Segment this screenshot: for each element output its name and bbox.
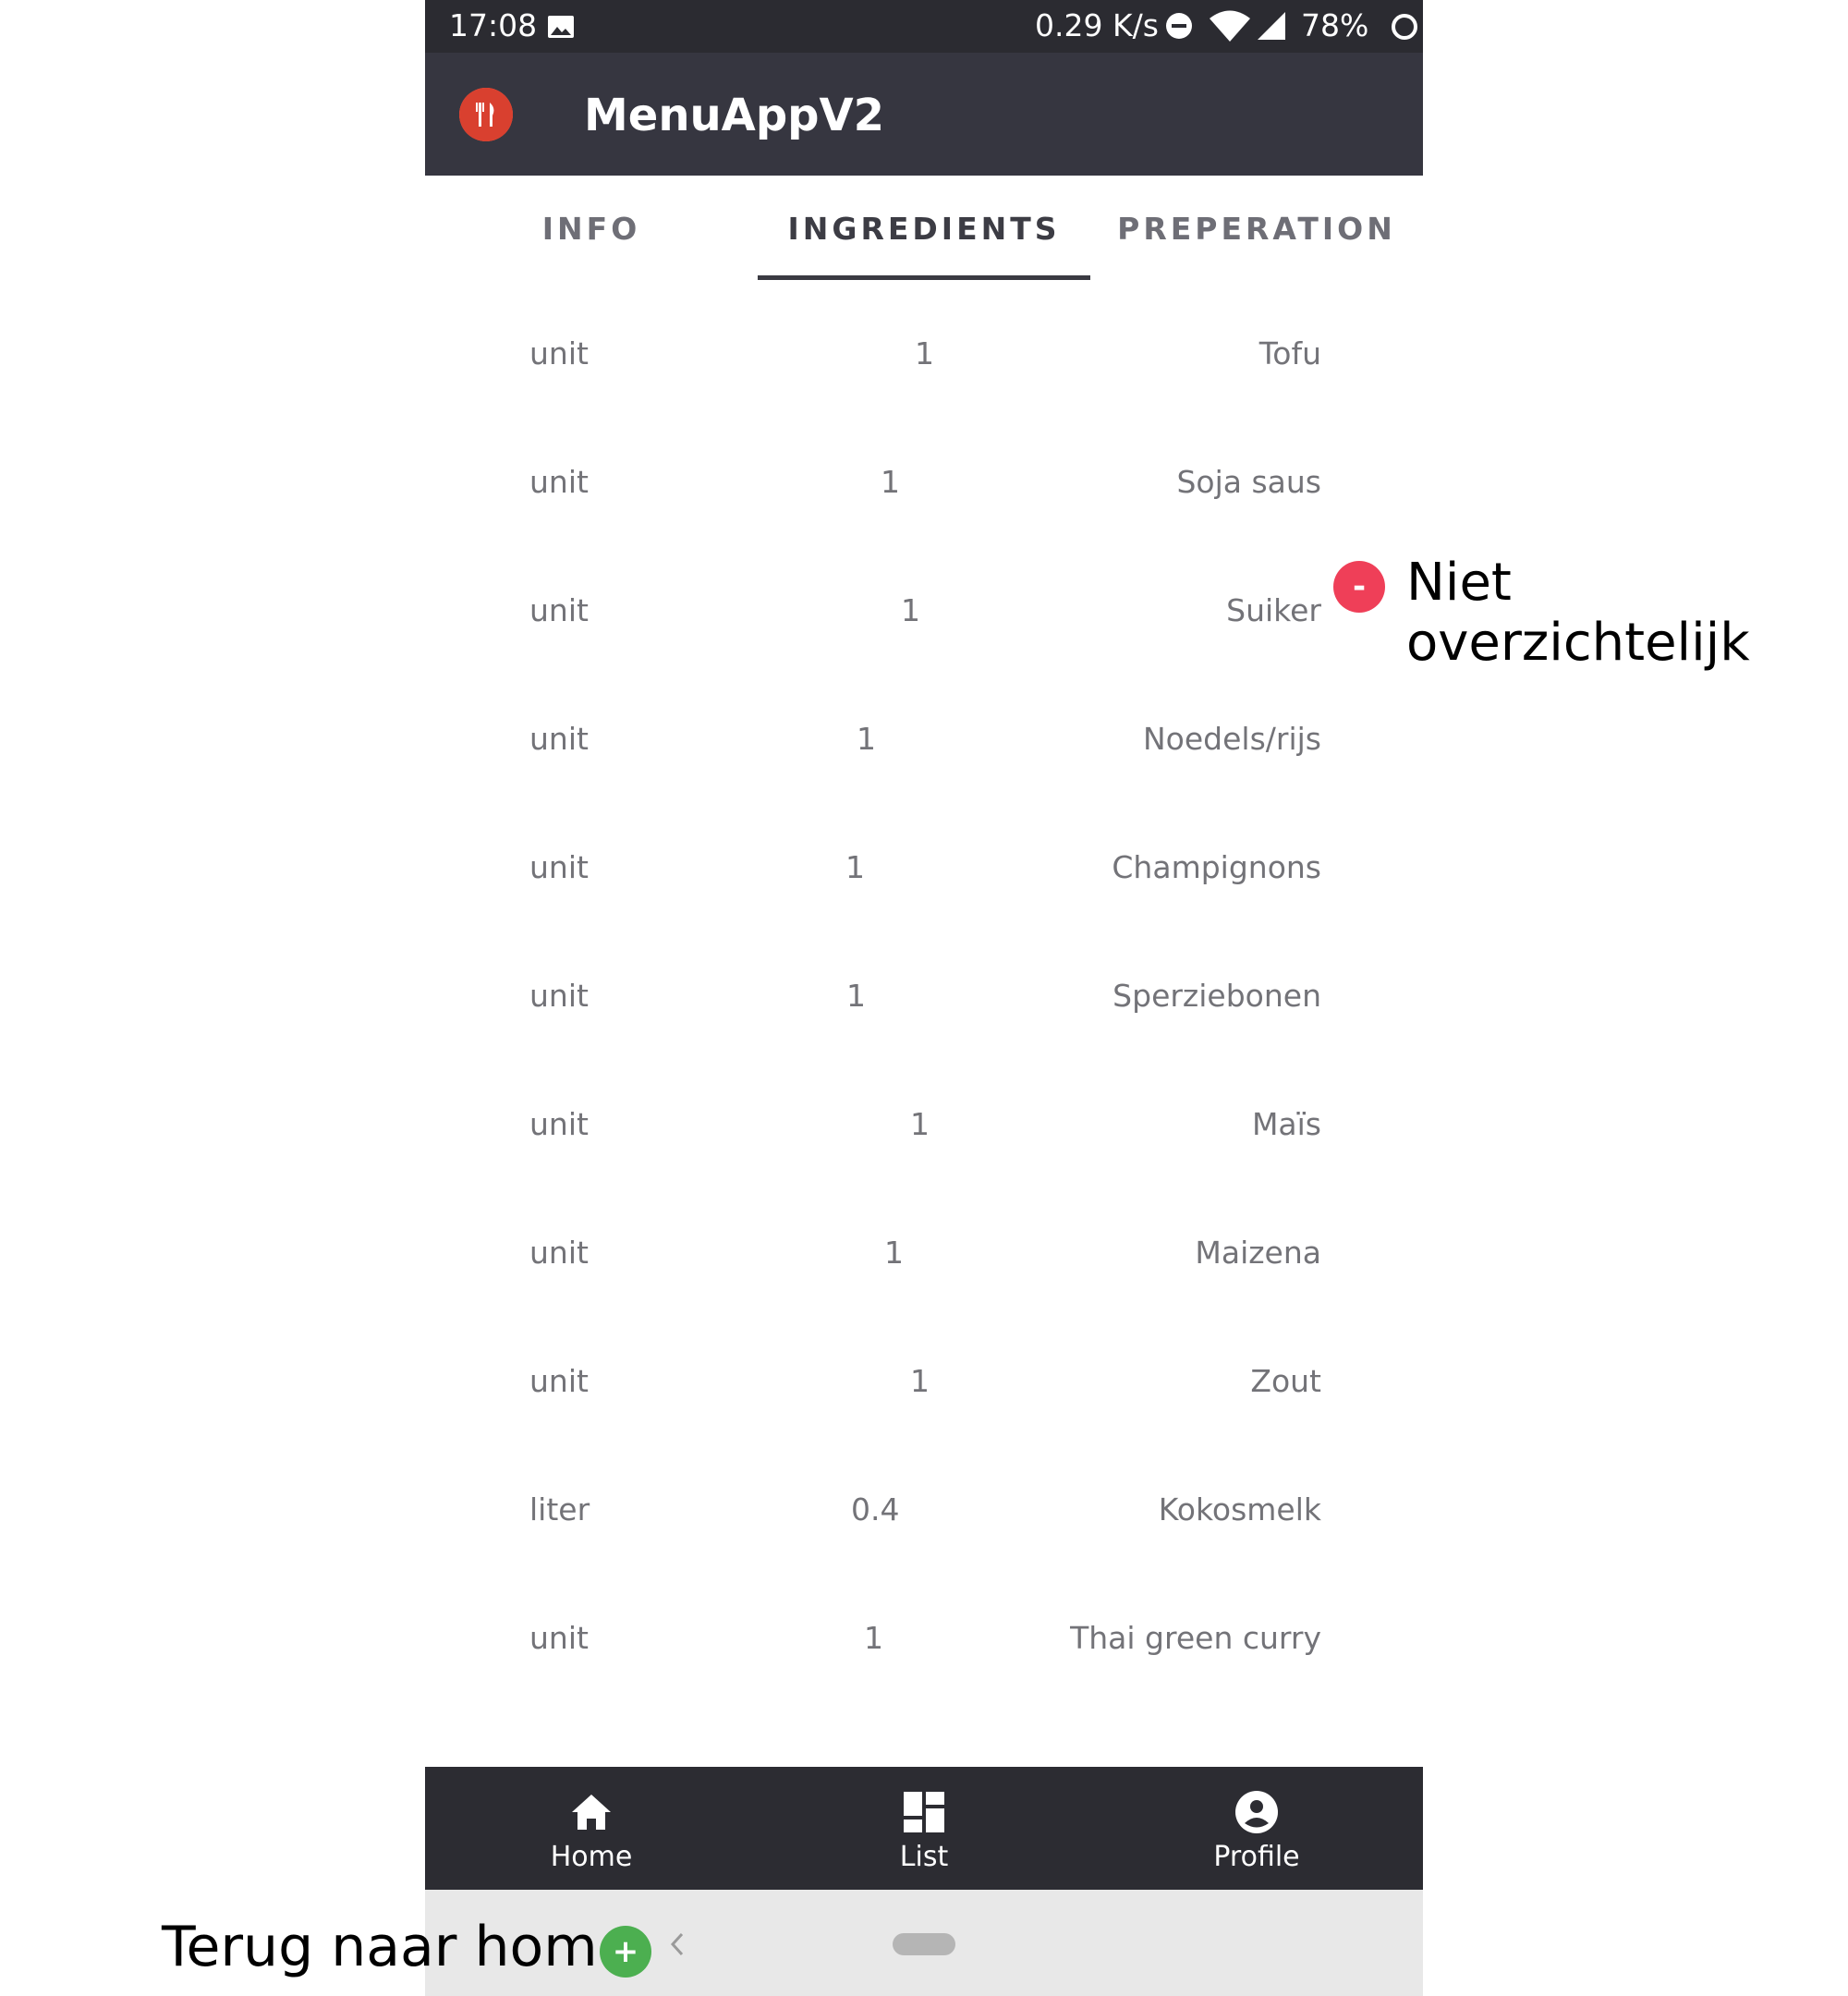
- negative-annotation-badge: -: [1333, 561, 1385, 613]
- wifi-icon: [1210, 10, 1250, 42]
- image-notification-icon: [548, 16, 574, 38]
- home-icon: [572, 1795, 611, 1830]
- positive-annotation-badge: +: [600, 1926, 651, 1978]
- status-bar: 17:08 0.29 K/s 78%: [425, 0, 1423, 53]
- ingredient-unit: unit: [529, 1620, 589, 1656]
- ingredient-row: liter 0.4 Kokosmelk: [476, 1437, 1372, 1565]
- app-title: MenuAppV2: [584, 90, 885, 141]
- ingredient-unit: unit: [529, 1235, 589, 1271]
- nav-list[interactable]: List: [758, 1767, 1090, 1890]
- fork-knife-icon: [459, 88, 513, 141]
- ingredient-name: Maizena: [1195, 1235, 1321, 1271]
- nav-home[interactable]: Home: [425, 1767, 758, 1890]
- ingredient-unit: unit: [529, 1106, 589, 1142]
- ingredient-amount: 1: [901, 592, 920, 628]
- ingredient-unit: unit: [529, 721, 589, 757]
- ingredient-row: unit 1 Noedels/rijs: [476, 666, 1372, 795]
- cell-signal-icon: [1258, 12, 1285, 40]
- ingredient-row: unit 1 Tofu: [476, 281, 1372, 409]
- dashboard-icon: [904, 1792, 944, 1832]
- ingredient-amount: 1: [864, 1620, 883, 1656]
- nav-home-label: Home: [550, 1841, 633, 1873]
- bottom-navigation: Home List Profile: [425, 1767, 1423, 1890]
- ingredient-name: Champignons: [1112, 849, 1321, 885]
- ingredient-amount: 1: [845, 849, 865, 885]
- back-chevron-icon[interactable]: [667, 1930, 687, 1958]
- ingredient-amount: 1: [910, 1363, 930, 1399]
- ingredient-list: unit 1 Tofu unit 1 Soja saus unit 1 Suik…: [476, 281, 1372, 1694]
- ingredient-name: Sperziebonen: [1112, 978, 1321, 1014]
- ingredient-row: unit 1 Maizena: [476, 1180, 1372, 1308]
- ingredient-name: Thai green curry: [1070, 1620, 1321, 1656]
- battery-percent: 78%: [1301, 7, 1369, 43]
- ingredient-name: Kokosmelk: [1158, 1491, 1321, 1527]
- ingredient-row: unit 1 Maïs: [476, 1052, 1372, 1180]
- ingredient-amount: 1: [857, 721, 876, 757]
- ingredient-row: unit 1 Suiker: [476, 538, 1372, 666]
- negative-annotation-text: Niet overzichtelijk: [1406, 553, 1750, 673]
- ingredient-amount: 1: [846, 978, 866, 1014]
- ingredient-unit: liter: [529, 1491, 590, 1527]
- ingredient-unit: unit: [529, 978, 589, 1014]
- nav-list-label: List: [899, 1841, 949, 1873]
- ingredient-amount: 1: [884, 1235, 904, 1271]
- do-not-disturb-icon: [1166, 13, 1192, 39]
- app-bar: MenuAppV2: [425, 53, 1423, 176]
- ingredient-name: Suiker: [1226, 592, 1321, 628]
- tab-bar: INFO INGREDIENTS PREPERATION: [425, 176, 1423, 281]
- ingredient-unit: unit: [529, 335, 589, 371]
- phone-screen: 17:08 0.29 K/s 78% MenuAppV2 INFO INGRED…: [425, 0, 1423, 1996]
- ingredient-unit: unit: [529, 1363, 589, 1399]
- ingredient-unit: unit: [529, 464, 589, 500]
- home-gesture-pill[interactable]: [893, 1933, 955, 1955]
- active-tab-indicator: [758, 275, 1090, 280]
- ingredient-row: unit 1 Thai green curry: [476, 1565, 1372, 1694]
- positive-annotation-text: Terug naar home: [162, 1915, 632, 1979]
- tab-ingredients[interactable]: INGREDIENTS: [758, 176, 1090, 281]
- nav-profile-label: Profile: [1213, 1841, 1300, 1873]
- ingredient-name: Maïs: [1251, 1106, 1321, 1142]
- network-speed: 0.29 K/s: [1035, 7, 1159, 43]
- nav-profile[interactable]: Profile: [1090, 1767, 1423, 1890]
- ingredient-amount: 1: [915, 335, 934, 371]
- ingredient-amount: 1: [910, 1106, 930, 1142]
- ingredient-row: unit 1 Champignons: [476, 795, 1372, 923]
- tab-preperation[interactable]: PREPERATION: [1090, 176, 1423, 281]
- account-circle-icon: [1235, 1791, 1278, 1833]
- ingredient-unit: unit: [529, 849, 589, 885]
- tab-info[interactable]: INFO: [425, 176, 758, 281]
- status-time: 17:08: [449, 7, 538, 43]
- battery-ring-icon: [1392, 14, 1417, 40]
- ingredient-name: Noedels/rijs: [1142, 721, 1321, 757]
- ingredient-row: unit 1 Soja saus: [476, 409, 1372, 538]
- ingredient-row: unit 1 Sperziebonen: [476, 923, 1372, 1052]
- ingredient-unit: unit: [529, 592, 589, 628]
- ingredient-name: Tofu: [1258, 335, 1321, 371]
- ingredient-amount: 1: [881, 464, 900, 500]
- ingredient-name: Soja saus: [1176, 464, 1321, 500]
- ingredient-row: unit 1 Zout: [476, 1308, 1372, 1437]
- ingredient-amount: 0.4: [851, 1491, 900, 1527]
- ingredient-name: Zout: [1250, 1363, 1321, 1399]
